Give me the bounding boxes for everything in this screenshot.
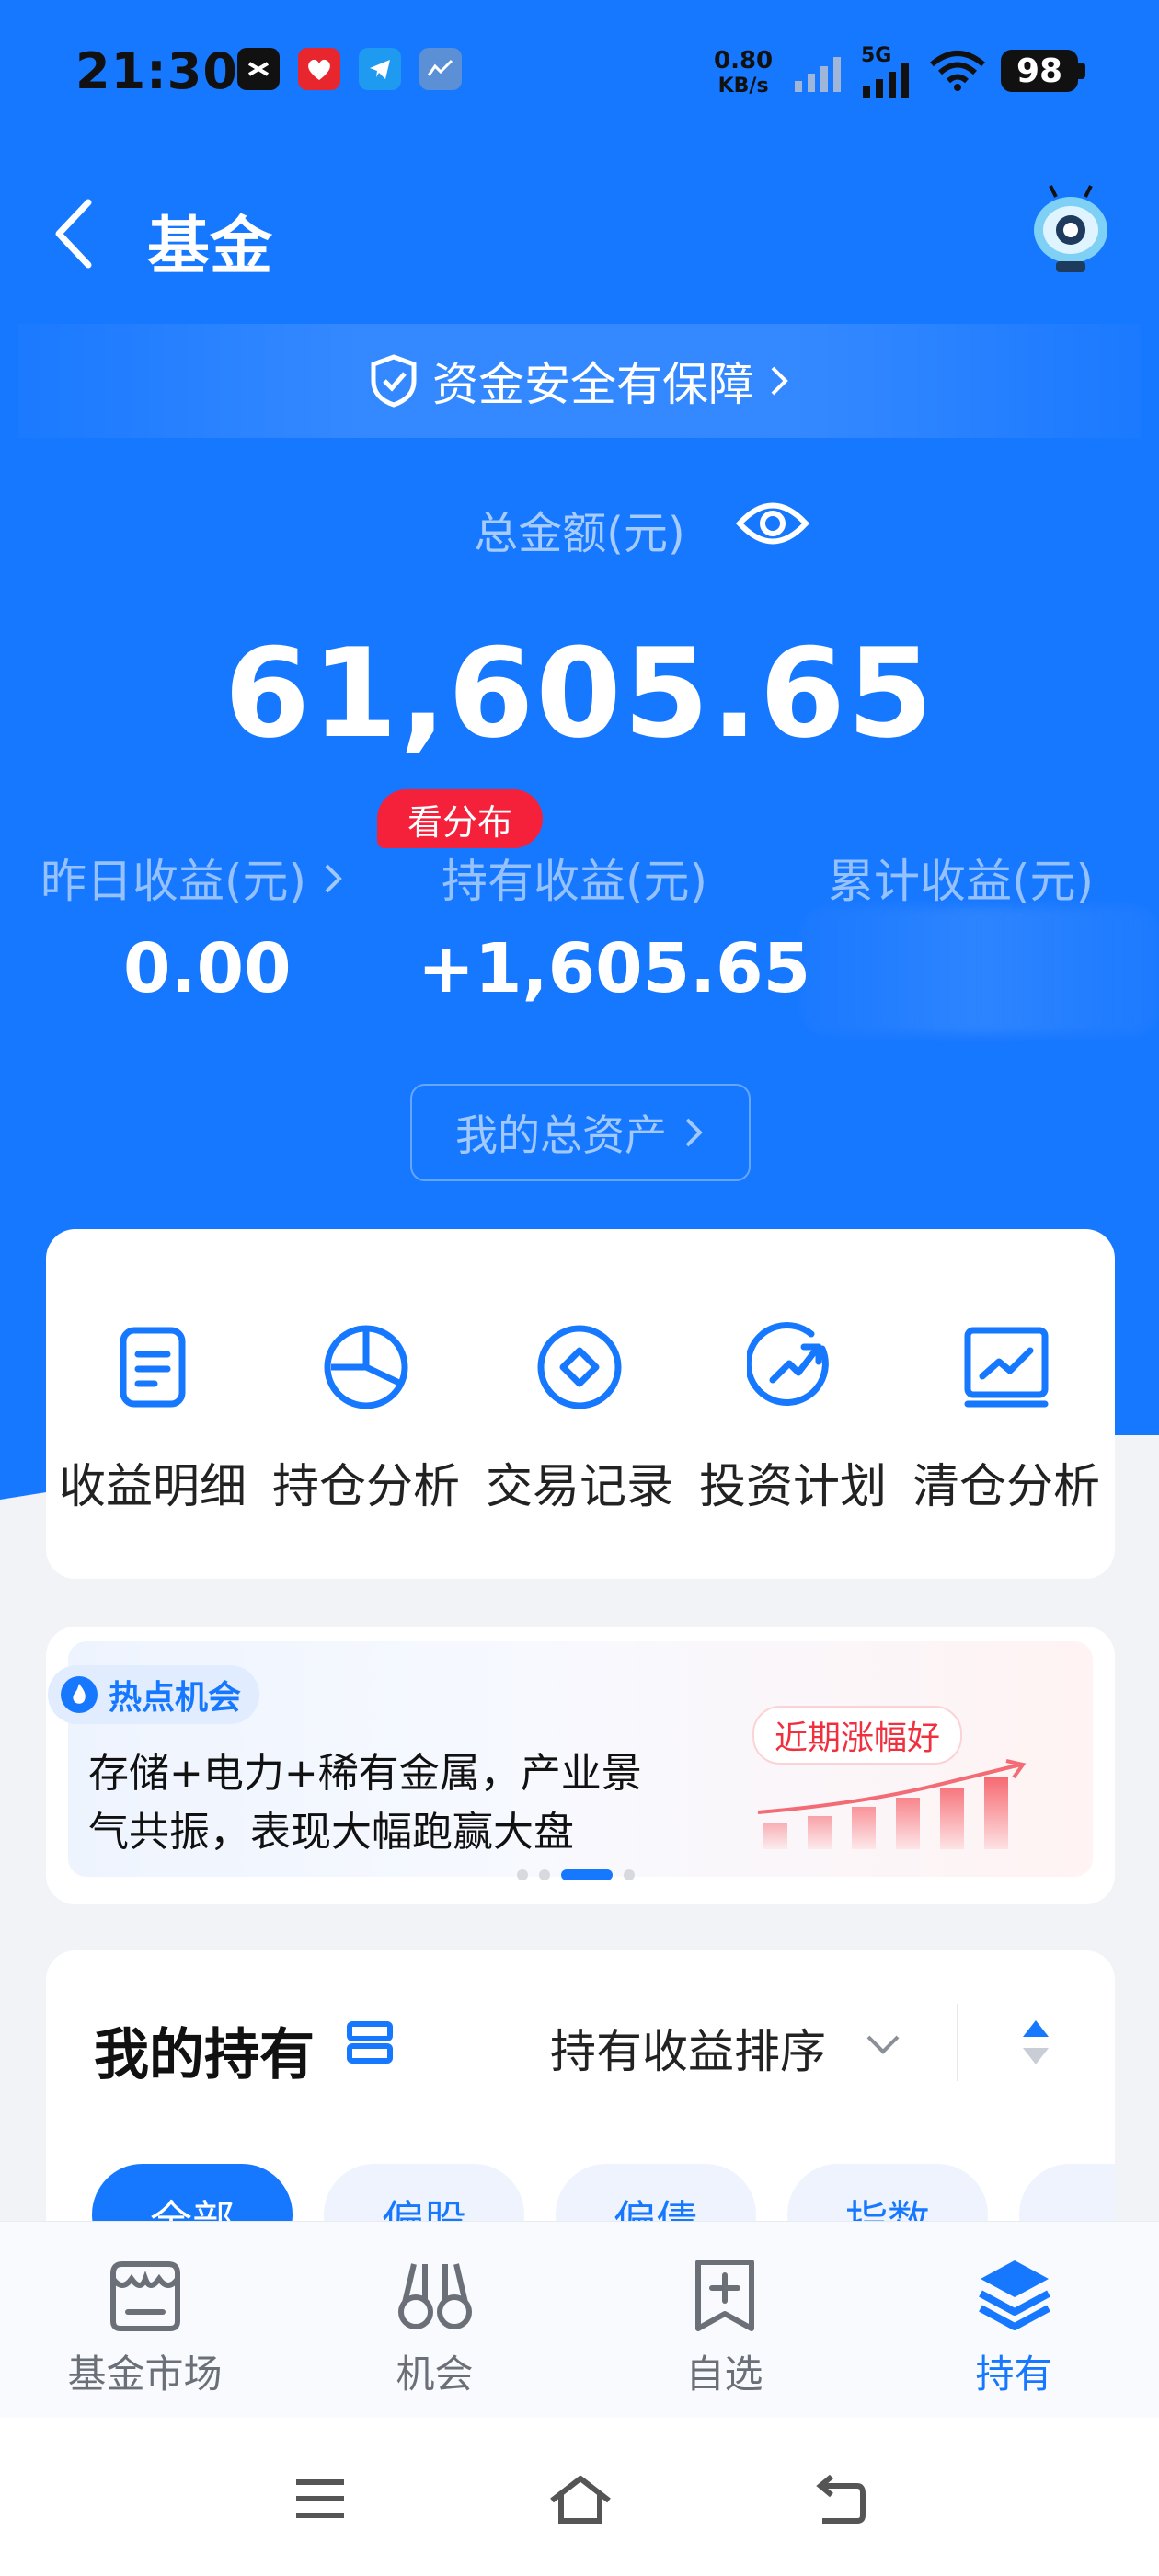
total-amount-value: 61,605.65 xyxy=(224,622,935,765)
quick-action-investment-plan[interactable]: 投资计划 xyxy=(686,1229,900,1579)
quick-action-label: 收益明细 xyxy=(58,1460,247,1514)
wifi-icon xyxy=(930,51,985,91)
diamond-circle-icon xyxy=(537,1325,622,1409)
sort-order-icon[interactable] xyxy=(1017,2015,1054,2070)
nav-label: 机会 xyxy=(396,2352,474,2397)
yesterday-earnings-value: 0.00 xyxy=(123,929,292,1008)
sort-dropdown-label: 持有收益排序 xyxy=(550,2025,826,2078)
binoculars-icon xyxy=(398,2263,472,2329)
status-time: 21:30 xyxy=(75,42,238,100)
net-speed-unit: KB/s xyxy=(717,75,769,98)
cumulative-earnings-label: 累计收益(元) xyxy=(828,855,1095,908)
carousel-indicator xyxy=(517,1869,635,1880)
total-assets-button-label: 我的总资产 xyxy=(455,1110,667,1160)
signal-icon-1 xyxy=(795,57,841,92)
holdings-title: 我的持有 xyxy=(94,2023,315,2087)
back-arrow-icon[interactable] xyxy=(52,197,98,270)
yesterday-earnings-label[interactable]: 昨日收益(元) xyxy=(40,845,345,911)
battery-indicator: 98 xyxy=(1001,50,1078,92)
bottom-navigation: 基金市场 机会 自选 持有 xyxy=(0,2221,1159,2419)
network-speed: 0.80 KB/s xyxy=(714,48,773,99)
rising-bars-illustration xyxy=(757,1759,1027,1849)
nav-label: 持有 xyxy=(975,2352,1053,2397)
growth-arrow-icon xyxy=(747,1322,829,1406)
quick-action-position-analysis[interactable]: 持仓分析 xyxy=(259,1229,473,1579)
hot-opportunity-line-2: 气共振，表现大幅跑赢大盘 xyxy=(88,1809,574,1856)
total-amount-label: 总金额(元) xyxy=(0,497,1159,561)
holding-earnings-label: 持有收益(元) xyxy=(442,855,708,908)
telegram-app-icon xyxy=(359,48,401,90)
flame-icon xyxy=(61,1676,98,1713)
sort-divider xyxy=(957,2004,958,2081)
total-assets-button[interactable]: 我的总资产 xyxy=(410,1084,751,1181)
store-icon xyxy=(110,2261,180,2331)
sort-dropdown[interactable]: 持有收益排序 xyxy=(550,2015,826,2081)
recent-rise-badge: 近期涨幅好 xyxy=(752,1706,963,1765)
system-navigation-bar xyxy=(0,2418,1159,2576)
chevron-right-icon xyxy=(771,366,788,396)
quick-action-label: 交易记录 xyxy=(485,1460,673,1514)
carousel-dot-active xyxy=(561,1869,613,1880)
quick-action-label: 投资计划 xyxy=(698,1460,887,1514)
cumulative-earnings-hidden xyxy=(798,906,1159,1035)
carousel-dot xyxy=(517,1869,528,1880)
shield-check-icon xyxy=(371,354,417,408)
signal-icon-2 xyxy=(863,63,909,98)
nav-opportunity[interactable]: 机会 xyxy=(290,2222,580,2419)
hot-opportunity-line-1: 存储+电力+稀有金属，产业景 xyxy=(88,1750,642,1797)
quick-action-label: 清仓分析 xyxy=(912,1460,1100,1514)
quick-actions-card: 收益明细 持仓分析 交易记录 投资计划 清仓分析 xyxy=(46,1229,1115,1579)
quick-action-trade-records[interactable]: 交易记录 xyxy=(473,1229,686,1579)
view-toggle-icon[interactable] xyxy=(346,2020,394,2064)
pie-chart-icon xyxy=(324,1325,408,1409)
quick-action-liquidation-analysis[interactable]: 清仓分析 xyxy=(900,1229,1113,1579)
trend-board-icon xyxy=(964,1327,1049,1408)
menu-icon[interactable] xyxy=(293,2477,348,2521)
yesterday-earnings-label-text: 昨日收益(元) xyxy=(40,855,307,908)
layers-icon xyxy=(979,2260,1050,2330)
back-icon[interactable] xyxy=(809,2473,866,2524)
hot-opportunity-tag-label: 热点机会 xyxy=(109,1679,242,1717)
nav-label: 自选 xyxy=(685,2352,763,2397)
battery-tip xyxy=(1078,63,1085,79)
page-title: 基金 xyxy=(147,211,273,283)
chevron-down-icon[interactable] xyxy=(865,2031,901,2057)
robot-assistant-icon[interactable] xyxy=(1028,184,1113,276)
quick-action-earnings-detail[interactable]: 收益明细 xyxy=(46,1229,259,1579)
carousel-dot xyxy=(539,1869,550,1880)
nav-fund-market[interactable]: 基金市场 xyxy=(0,2222,290,2419)
nav-label: 基金市场 xyxy=(67,2352,223,2397)
capcut-app-icon xyxy=(237,48,280,90)
hot-opportunity-text: 存储+电力+稀有金属，产业景 气共振，表现大幅跑赢大盘 xyxy=(88,1744,695,1862)
carousel-dot xyxy=(624,1869,635,1880)
bookmark-add-icon xyxy=(695,2260,754,2331)
document-icon xyxy=(120,1327,186,1408)
hot-opportunity-tag: 热点机会 xyxy=(48,1665,260,1724)
net-speed-value: 0.80 xyxy=(714,47,774,75)
home-icon[interactable] xyxy=(548,2473,613,2524)
quick-action-label: 持仓分析 xyxy=(271,1460,460,1514)
chevron-right-icon xyxy=(325,864,342,893)
safety-banner-label: 资金安全有保障 xyxy=(432,358,754,411)
see-distribution-button[interactable]: 看分布 xyxy=(377,789,543,848)
red-app-icon xyxy=(298,48,340,90)
total-amount-label-text: 总金额(元) xyxy=(474,508,685,559)
safety-banner[interactable]: 资金安全有保障 xyxy=(18,324,1141,438)
holding-earnings-value: +1,605.65 xyxy=(418,929,811,1008)
eye-icon[interactable] xyxy=(736,495,809,552)
nav-watchlist[interactable]: 自选 xyxy=(580,2222,869,2419)
chevron-right-icon xyxy=(685,1118,703,1147)
nav-holdings[interactable]: 持有 xyxy=(869,2222,1159,2419)
chart-app-icon xyxy=(419,48,462,90)
